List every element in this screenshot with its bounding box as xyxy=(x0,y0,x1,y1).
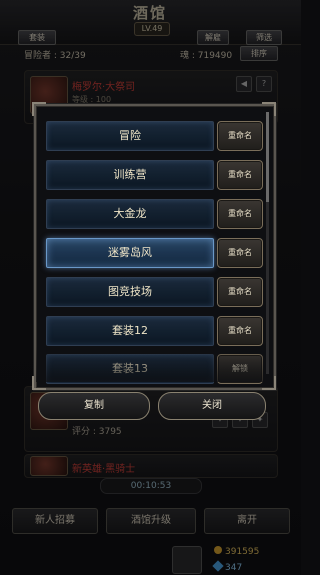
rename-button[interactable]: 重命名 xyxy=(217,121,263,151)
list-fade xyxy=(36,346,270,382)
suit-slot[interactable]: 训练营 xyxy=(46,160,214,190)
suit-slot[interactable]: 图竞技场 xyxy=(46,277,214,307)
scrollbar-thumb[interactable] xyxy=(266,112,269,202)
rename-button[interactable]: 重命名 xyxy=(217,277,263,307)
dialog-corner-ornament xyxy=(32,102,46,116)
rename-button[interactable]: 重命名 xyxy=(217,238,263,268)
suit-slot[interactable]: 冒险 xyxy=(46,121,214,151)
close-button[interactable]: 关闭 xyxy=(158,392,266,420)
suit-slot[interactable]: 迷雾岛风 xyxy=(46,238,214,268)
suit-slot[interactable]: 大金龙 xyxy=(46,199,214,229)
dialog-corner-ornament xyxy=(262,102,276,116)
rename-button[interactable]: 重命名 xyxy=(217,160,263,190)
rename-button[interactable]: 重命名 xyxy=(217,199,263,229)
suit-slot[interactable]: 套装12 xyxy=(46,316,214,346)
copy-button[interactable]: 复制 xyxy=(38,392,150,420)
rename-button[interactable]: 重命名 xyxy=(217,316,263,346)
